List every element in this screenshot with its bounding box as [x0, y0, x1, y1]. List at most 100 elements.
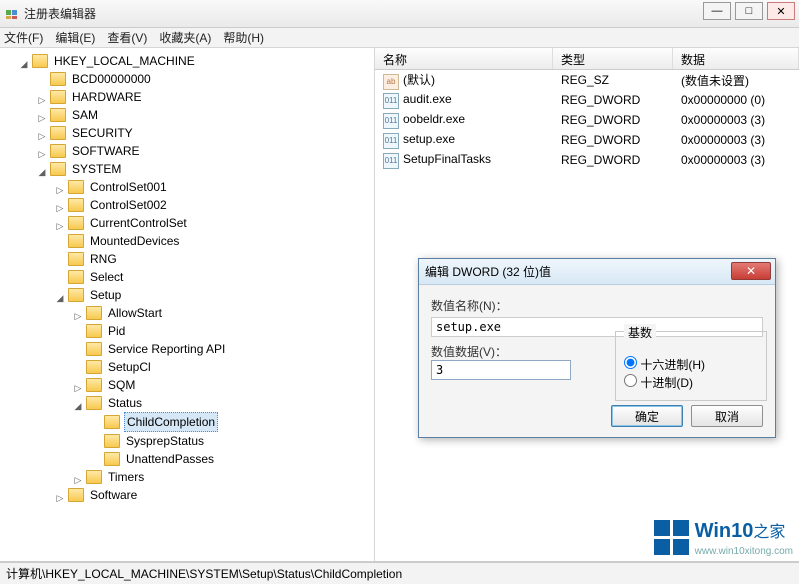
collapse-icon[interactable]: ◢: [54, 289, 66, 301]
radio-hex-label: 十六进制(H): [640, 358, 705, 372]
value-data-input[interactable]: [431, 360, 571, 380]
col-type[interactable]: 类型: [553, 48, 673, 69]
tree-label: SysprepStatus: [124, 432, 206, 450]
list-row[interactable]: 011SetupFinalTasksREG_DWORD0x00000003 (3…: [375, 150, 799, 170]
watermark: Win10之家 www.win10xitong.com: [654, 518, 793, 557]
dialog-close-button[interactable]: ✕: [731, 262, 771, 280]
collapse-icon[interactable]: ◢: [72, 397, 84, 409]
tree-node[interactable]: ▷Timers: [2, 468, 374, 486]
expand-icon[interactable]: ▷: [54, 217, 66, 229]
tree-node-hklm[interactable]: ◢ HKEY_LOCAL_MACHINE: [2, 52, 374, 70]
tree-node[interactable]: ▷SECURITY: [2, 124, 374, 142]
binary-icon: 011: [383, 153, 399, 169]
expand-icon[interactable]: ▷: [36, 127, 48, 139]
tree-node[interactable]: ▷ AllowStart: [2, 304, 374, 322]
status-path: 计算机\HKEY_LOCAL_MACHINE\SYSTEM\Setup\Stat…: [6, 567, 402, 581]
tree-node-status[interactable]: ◢Status: [2, 394, 374, 412]
folder-icon: [86, 378, 102, 392]
tree-label: ChildCompletion: [124, 412, 218, 432]
expand-icon[interactable]: ▷: [72, 307, 84, 319]
cell-type: REG_DWORD: [553, 113, 673, 127]
radio-dec-input[interactable]: [624, 374, 637, 387]
expand-icon[interactable]: ▷: [36, 145, 48, 157]
radio-hex-input[interactable]: [624, 356, 637, 369]
tree-node[interactable]: MountedDevices: [2, 232, 374, 250]
close-button[interactable]: ✕: [767, 2, 795, 20]
expand-icon[interactable]: ▷: [72, 379, 84, 391]
folder-icon: [104, 415, 120, 429]
radio-hex[interactable]: 十六进制(H): [624, 356, 758, 373]
tree-node[interactable]: BCD00000000: [2, 70, 374, 88]
tree-label: HKEY_LOCAL_MACHINE: [52, 52, 197, 70]
menubar: 文件(F) 编辑(E) 查看(V) 收藏夹(A) 帮助(H): [0, 28, 799, 48]
menu-file[interactable]: 文件(F): [4, 29, 43, 46]
tree-node-childcompletion[interactable]: ChildCompletion: [2, 412, 374, 432]
tree-label: CurrentControlSet: [88, 214, 189, 232]
tree-node[interactable]: ▷ ControlSet001: [2, 178, 374, 196]
folder-icon: [68, 488, 84, 502]
folder-icon: [86, 342, 102, 356]
edit-dword-dialog: 编辑 DWORD (32 位)值 ✕ 数值名称(N)： setup.exe 数值…: [418, 258, 776, 438]
tree-node[interactable]: Select: [2, 268, 374, 286]
menu-favorites[interactable]: 收藏夹(A): [159, 29, 211, 46]
expand-icon[interactable]: ▷: [54, 181, 66, 193]
list-row[interactable]: 011audit.exeREG_DWORD0x00000000 (0): [375, 90, 799, 110]
expand-icon[interactable]: ▷: [54, 199, 66, 211]
tree-node-system[interactable]: ◢SYSTEM: [2, 160, 374, 178]
expand-icon[interactable]: ▷: [72, 471, 84, 483]
tree-node[interactable]: ▷Software: [2, 486, 374, 504]
collapse-icon[interactable]: ◢: [36, 163, 48, 175]
cell-data: 0x00000003 (3): [673, 153, 799, 167]
tree-view[interactable]: ◢ HKEY_LOCAL_MACHINE BCD00000000 ▷HARDWAR…: [0, 48, 375, 561]
tree-label: BCD00000000: [70, 70, 153, 88]
tree-node[interactable]: ▷SAM: [2, 106, 374, 124]
folder-icon: [68, 180, 84, 194]
menu-edit[interactable]: 编辑(E): [55, 29, 95, 46]
collapse-icon[interactable]: ◢: [18, 55, 30, 67]
tree-label: ControlSet001: [88, 178, 169, 196]
dialog-titlebar[interactable]: 编辑 DWORD (32 位)值 ✕: [419, 259, 775, 285]
tree-label: Pid: [106, 322, 127, 340]
tree-node[interactable]: ▷ControlSet002: [2, 196, 374, 214]
ok-button[interactable]: 确定: [611, 405, 683, 427]
tree-label: UnattendPasses: [124, 450, 216, 468]
tree-label: SQM: [106, 376, 137, 394]
cancel-button[interactable]: 取消: [691, 405, 763, 427]
cell-name: (默认): [403, 73, 435, 87]
radio-dec[interactable]: 十进制(D): [624, 374, 758, 391]
tree-node[interactable]: SetupCl: [2, 358, 374, 376]
tree-node[interactable]: RNG: [2, 250, 374, 268]
menu-help[interactable]: 帮助(H): [223, 29, 264, 46]
list-row[interactable]: 011oobeldr.exeREG_DWORD0x00000003 (3): [375, 110, 799, 130]
tree-node[interactable]: Service Reporting API: [2, 340, 374, 358]
menu-view[interactable]: 查看(V): [107, 29, 147, 46]
tree-node-setup[interactable]: ◢Setup: [2, 286, 374, 304]
tree-node[interactable]: UnattendPasses: [2, 450, 374, 468]
expand-icon[interactable]: ▷: [54, 489, 66, 501]
maximize-button[interactable]: □: [735, 2, 763, 20]
tree-node[interactable]: Pid: [2, 322, 374, 340]
folder-icon: [68, 234, 84, 248]
list-row[interactable]: ab(默认)REG_SZ(数值未设置): [375, 70, 799, 90]
col-data[interactable]: 数据: [673, 48, 799, 69]
tree-node[interactable]: ▷SOFTWARE: [2, 142, 374, 160]
folder-icon: [50, 126, 66, 140]
cell-data: 0x00000003 (3): [673, 133, 799, 147]
dialog-title: 编辑 DWORD (32 位)值: [425, 263, 551, 280]
cell-type: REG_SZ: [553, 73, 673, 87]
folder-icon: [86, 324, 102, 338]
folder-icon: [68, 216, 84, 230]
expand-icon[interactable]: ▷: [36, 91, 48, 103]
cell-data: (数值未设置): [673, 72, 799, 89]
expand-icon[interactable]: ▷: [36, 109, 48, 121]
tree-node[interactable]: SysprepStatus: [2, 432, 374, 450]
folder-icon: [86, 360, 102, 374]
tree-node[interactable]: ▷HARDWARE: [2, 88, 374, 106]
col-name[interactable]: 名称: [375, 48, 553, 69]
tree-node[interactable]: ▷ CurrentControlSet: [2, 214, 374, 232]
list-row[interactable]: 011setup.exeREG_DWORD0x00000003 (3): [375, 130, 799, 150]
tree-node[interactable]: ▷ SQM: [2, 376, 374, 394]
tree-label: AllowStart: [106, 304, 164, 322]
tree-label: Service Reporting API: [106, 340, 227, 358]
minimize-button[interactable]: —: [703, 2, 731, 20]
